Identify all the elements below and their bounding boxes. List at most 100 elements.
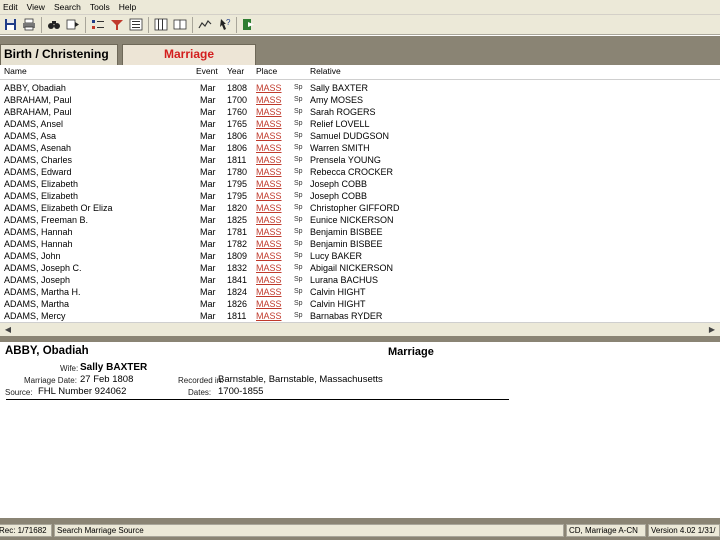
row-name: ADAMS, Joseph C.	[4, 263, 82, 273]
table-row[interactable]: ADAMS, Hannah Mar 1782 MASS Sp Benjamin BISBE…	[0, 238, 720, 250]
save-icon[interactable]	[2, 17, 18, 33]
row-place[interactable]: MASS	[256, 142, 282, 154]
table-row[interactable]: ADAMS, Martha Mar 1826 MASS Sp Calvin HIGHT	[0, 298, 720, 310]
row-name: ADAMS, Asa	[4, 131, 57, 141]
row-place[interactable]: MASS	[256, 94, 282, 106]
table-row[interactable]: ADAMS, Hannah Mar 1781 MASS Sp Benjamin BISBE…	[0, 226, 720, 238]
row-year: 1809	[227, 251, 248, 261]
row-place[interactable]: MASS	[256, 82, 282, 94]
chart-icon[interactable]	[197, 17, 213, 33]
row-relationship: Sp	[294, 108, 303, 115]
table-row[interactable]: ADAMS, Freeman B. Mar 1825 MASS Sp Eunice NIC…	[0, 214, 720, 226]
row-place[interactable]: MASS	[256, 214, 282, 226]
row-place[interactable]: MASS	[256, 298, 282, 310]
row-relative: Eunice NICKERSON	[310, 215, 394, 225]
row-year: 1806	[227, 143, 248, 153]
column-header-name[interactable]: Name	[4, 66, 27, 76]
prev-next-icon[interactable]	[65, 17, 81, 33]
tab-birth-christening[interactable]: Birth / Christening	[0, 44, 118, 65]
row-relative: Benjamin BISBEE	[310, 227, 383, 237]
row-relationship: Sp	[294, 228, 303, 235]
table-row[interactable]: ADAMS, Joseph C. Mar 1832 MASS Sp Abigail NIC…	[0, 262, 720, 274]
table-row[interactable]: ADAMS, Martha H. Mar 1824 MASS Sp Calvin HIGH…	[0, 286, 720, 298]
print-icon[interactable]	[21, 17, 37, 33]
table-row[interactable]: ADAMS, John Mar 1809 MASS Sp Lucy BAKER	[0, 250, 720, 262]
filter-icon[interactable]	[109, 17, 125, 33]
table-row[interactable]: ADAMS, Elizabeth Mar 1795 MASS Sp Joseph COBB	[0, 178, 720, 190]
row-year: 1781	[227, 227, 248, 237]
table-row[interactable]: ADAMS, Asenah Mar 1806 MASS Sp Warren SMITH	[0, 142, 720, 154]
menu-bar: Edit View Search Tools Help	[0, 0, 720, 15]
row-event: Mar	[200, 275, 216, 285]
exit-icon[interactable]	[241, 17, 257, 33]
menu-help[interactable]: Help	[116, 2, 142, 12]
expand-icon[interactable]	[90, 17, 106, 33]
row-relative: Relief LOVELL	[310, 119, 370, 129]
row-place[interactable]: MASS	[256, 118, 282, 130]
row-relative: Christopher GIFFORD	[310, 203, 400, 213]
menu-tools[interactable]: Tools	[87, 2, 116, 12]
row-relationship: Sp	[294, 120, 303, 127]
row-place[interactable]: MASS	[256, 178, 282, 190]
row-place[interactable]: MASS	[256, 310, 282, 321]
row-relationship: Sp	[294, 216, 303, 223]
column-header-relative[interactable]: Relative	[310, 66, 341, 76]
column-header-place[interactable]: Place	[256, 66, 277, 76]
row-relationship: Sp	[294, 132, 303, 139]
row-year: 1841	[227, 275, 248, 285]
row-place[interactable]: MASS	[256, 286, 282, 298]
table-row[interactable]: ADAMS, Ansel Mar 1765 MASS Sp Relief LOVELL	[0, 118, 720, 130]
toolbar-divider	[41, 16, 42, 33]
book-icon[interactable]	[172, 17, 188, 33]
toolbar-divider	[192, 16, 193, 33]
list-icon[interactable]	[128, 17, 144, 33]
table-row[interactable]: ABRAHAM, Paul Mar 1700 MASS Sp Amy MOSES	[0, 94, 720, 106]
row-year: 1760	[227, 107, 248, 117]
dates-label: Dates:	[188, 388, 212, 397]
column-header-year[interactable]: Year	[227, 66, 244, 76]
menu-edit[interactable]: Edit	[0, 2, 24, 12]
row-place[interactable]: MASS	[256, 106, 282, 118]
row-event: Mar	[200, 155, 216, 165]
row-place[interactable]: MASS	[256, 262, 282, 274]
table-row[interactable]: ADAMS, Asa Mar 1806 MASS Sp Samuel DUDGSON	[0, 130, 720, 142]
row-place[interactable]: MASS	[256, 130, 282, 142]
columns-icon[interactable]	[153, 17, 169, 33]
table-row[interactable]: ADAMS, Elizabeth Mar 1795 MASS Sp Joseph COBB	[0, 190, 720, 202]
row-event: Mar	[200, 227, 216, 237]
row-place[interactable]: MASS	[256, 190, 282, 202]
row-year: 1700	[227, 95, 248, 105]
tab-marriage[interactable]: Marriage	[122, 44, 256, 65]
menu-view[interactable]: View	[24, 2, 51, 12]
table-row[interactable]: ABBY, Obadiah Mar 1808 MASS Sp Sally BAXTER	[0, 82, 720, 94]
table-row[interactable]: ABRAHAM, Paul Mar 1760 MASS Sp Sarah ROGERS	[0, 106, 720, 118]
row-place[interactable]: MASS	[256, 154, 282, 166]
scroll-right-icon[interactable]: ▶	[706, 324, 718, 336]
table-row[interactable]: ADAMS, Mercy Mar 1811 MASS Sp Barnabas RYDER	[0, 310, 720, 321]
find-icon[interactable]	[46, 17, 62, 33]
row-place[interactable]: MASS	[256, 250, 282, 262]
column-header-event[interactable]: Event	[196, 66, 218, 76]
status-search: Search Marriage Source	[54, 524, 564, 537]
scroll-left-icon[interactable]: ◀	[2, 324, 14, 336]
row-place[interactable]: MASS	[256, 238, 282, 250]
table-row[interactable]: ADAMS, Charles Mar 1811 MASS Sp Prensela YOUN…	[0, 154, 720, 166]
row-place[interactable]: MASS	[256, 202, 282, 214]
row-relative: Prensela YOUNG	[310, 155, 381, 165]
table-row[interactable]: ADAMS, Edward Mar 1780 MASS Sp Rebecca CROCKE…	[0, 166, 720, 178]
table-row[interactable]: ADAMS, Joseph Mar 1841 MASS Sp Lurana BACHUS	[0, 274, 720, 286]
row-place[interactable]: MASS	[256, 274, 282, 286]
help-icon[interactable]: ?	[216, 17, 232, 33]
toolbar-divider	[148, 16, 149, 33]
menu-search[interactable]: Search	[51, 2, 87, 12]
row-event: Mar	[200, 299, 216, 309]
row-year: 1820	[227, 203, 248, 213]
row-place[interactable]: MASS	[256, 226, 282, 238]
row-relative: Calvin HIGHT	[310, 299, 366, 309]
toolbar-divider	[236, 16, 237, 33]
row-relative: Barnabas RYDER	[310, 311, 383, 321]
table-row[interactable]: ADAMS, Elizabeth Or Eliza Mar 1820 MASS Sp Ch…	[0, 202, 720, 214]
row-event: Mar	[200, 287, 216, 297]
row-place[interactable]: MASS	[256, 166, 282, 178]
horizontal-scrollbar[interactable]: ◀ ▶	[0, 322, 720, 337]
